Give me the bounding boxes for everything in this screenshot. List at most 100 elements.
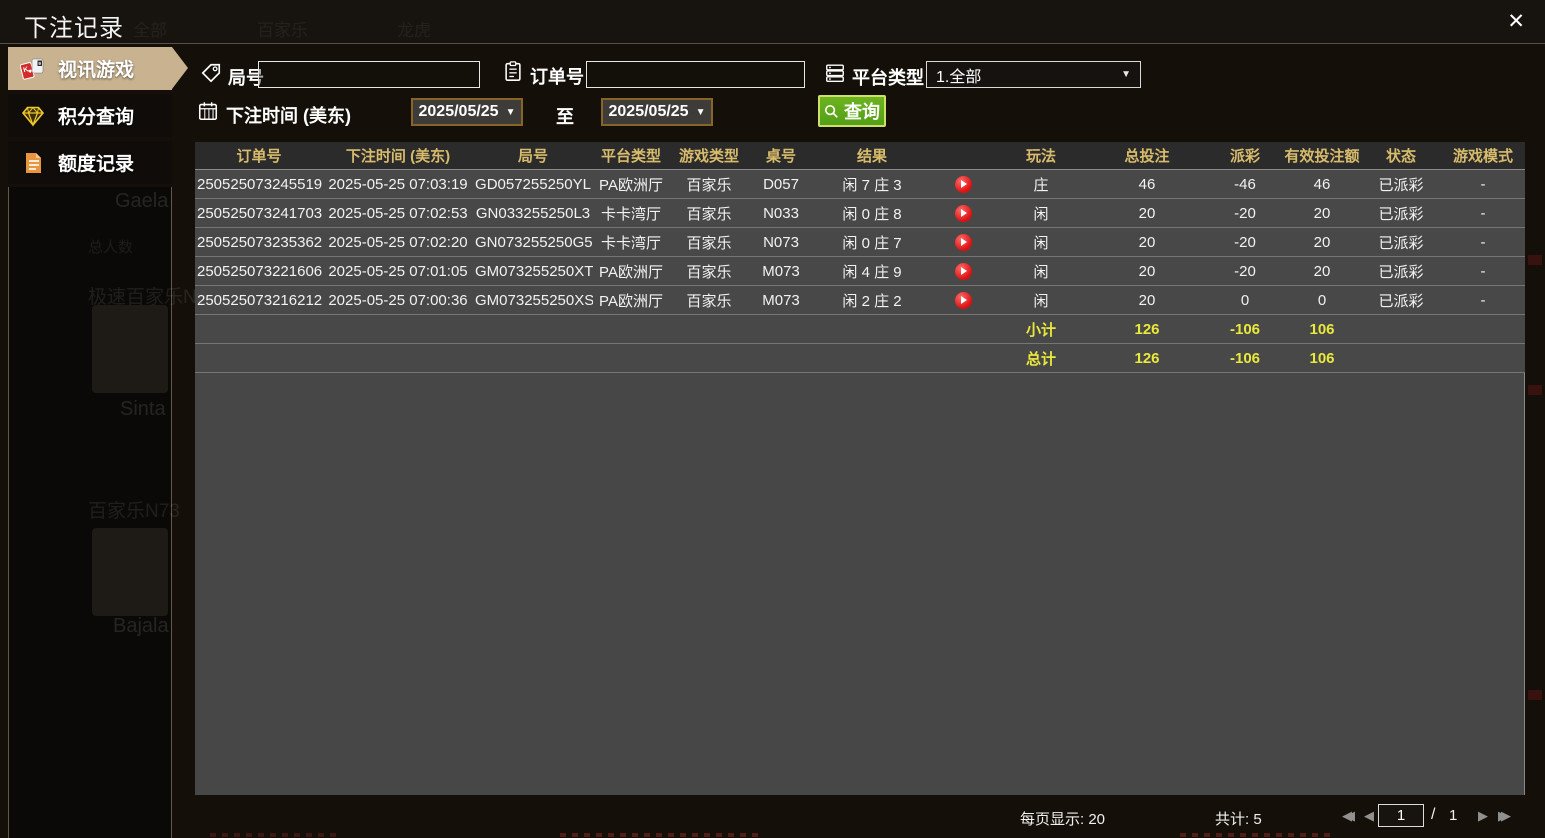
col-mode: 游戏模式: [1441, 142, 1525, 170]
cell-bet-time: 2025-05-25 07:02:53: [323, 198, 473, 228]
total-count-label: 共计: 5: [1215, 811, 1262, 828]
date-to-picker[interactable]: 2025/05/25 ▼: [601, 98, 713, 126]
cell-table-no: M073: [749, 285, 813, 315]
background-nav-hint: 全部: [133, 21, 167, 40]
tag-icon: [201, 63, 221, 83]
table-row: 250525073216212 2025-05-25 07:00:36 GM07…: [195, 285, 1525, 315]
col-play-type: 玩法: [995, 142, 1087, 170]
dialog-title: 下注记录: [24, 15, 124, 42]
replay-icon[interactable]: [954, 175, 972, 193]
cell-play-type: 闲: [995, 227, 1087, 257]
cell-empty: [195, 343, 995, 373]
sidebar-item-quota-records[interactable]: 额度记录: [8, 141, 172, 184]
dialog-titlebar: 全部 百家乐 龙虎: [0, 0, 1545, 44]
cell-game-type: 百家乐: [669, 256, 749, 286]
date-from-picker[interactable]: 2025/05/25 ▼: [411, 98, 523, 126]
cell-status: 已派彩: [1361, 227, 1441, 257]
cell-replay: [931, 256, 995, 286]
cell-order-no: 250525073245519: [195, 169, 323, 199]
col-valid-bet: 有效投注额: [1283, 142, 1361, 170]
per-page-label: 每页显示: 20: [1020, 811, 1106, 828]
cell-total-bet: 20: [1087, 227, 1207, 257]
last-page-icon[interactable]: ▶▶: [1498, 809, 1511, 823]
cell-order-no: 250525073241703: [195, 198, 323, 228]
col-platform: 平台类型: [593, 142, 669, 170]
gem-icon: [21, 106, 45, 127]
prev-page-icon[interactable]: ◀: [1364, 809, 1374, 823]
replay-icon[interactable]: [954, 291, 972, 309]
background-nav-hint: 龙虎: [397, 21, 431, 40]
background-avatar: [92, 305, 168, 393]
cell-table-no: N073: [749, 227, 813, 257]
cell-empty: [195, 314, 995, 344]
cell-bet-time: 2025-05-25 07:03:19: [323, 169, 473, 199]
cell-order-no: 250525073216212: [195, 285, 323, 315]
col-replay: [931, 142, 995, 170]
page-number-input[interactable]: [1378, 804, 1424, 827]
col-result: 结果: [813, 142, 931, 170]
platform-type-select[interactable]: 1.全部 ▼: [926, 61, 1141, 88]
col-round-no: 局号: [473, 142, 593, 170]
date-to-value: 2025/05/25: [608, 103, 689, 120]
table-row: 250525073245519 2025-05-25 07:03:19 GD05…: [195, 169, 1525, 199]
cell-round-no: GM073255250XS: [473, 285, 593, 315]
cell-payout: -46: [1207, 169, 1283, 199]
sidebar-item-points-query[interactable]: 积分查询: [8, 94, 172, 137]
total-valid-bet: 106: [1283, 343, 1361, 373]
table-row: 250525073241703 2025-05-25 07:02:53 GN03…: [195, 198, 1525, 228]
replay-icon[interactable]: [954, 204, 972, 222]
cell-game-type: 百家乐: [669, 169, 749, 199]
cell-game-type: 百家乐: [669, 198, 749, 228]
round-no-input[interactable]: [258, 61, 480, 88]
background-dealer-name: Bajala: [113, 615, 169, 637]
total-total-bet: 126: [1087, 343, 1207, 373]
search-button-label: 查询: [844, 102, 880, 122]
bet-records-dialog: 全部 百家乐 龙虎 下注记录 ✕ K 9 视讯游戏 积分查询 额度记录 Gael…: [0, 0, 1545, 838]
order-no-label: 订单号: [530, 67, 584, 87]
cell-table-no: D057: [749, 169, 813, 199]
table-header-row: 订单号 下注时间 (美东) 局号 平台类型 游戏类型 桌号 结果 玩法 总投注 …: [195, 142, 1525, 170]
cell-total-bet: 20: [1087, 198, 1207, 228]
cell-status: 已派彩: [1361, 256, 1441, 286]
cell-result: 闲 4 庄 9: [813, 256, 931, 286]
platform-type-icon: [826, 64, 844, 83]
replay-icon[interactable]: [954, 262, 972, 280]
cell-play-type: 闲: [995, 256, 1087, 286]
cell-replay: [931, 198, 995, 228]
col-payout: 派彩: [1207, 142, 1283, 170]
order-no-input[interactable]: [586, 61, 805, 88]
first-page-icon[interactable]: ◀◀: [1342, 809, 1355, 823]
close-icon[interactable]: ✕: [1507, 11, 1525, 33]
background-artifact: [1180, 833, 1330, 837]
cell-status: 已派彩: [1361, 198, 1441, 228]
calendar-icon: [198, 102, 218, 121]
background-avatar: [92, 528, 168, 616]
cell-result: 闲 7 庄 3: [813, 169, 931, 199]
background-artifact: [1528, 385, 1542, 395]
clipboard-icon: [505, 61, 521, 81]
cell-valid-bet: 20: [1283, 198, 1361, 228]
background-artifact: [210, 833, 340, 837]
cell-result: 闲 0 庄 8: [813, 198, 931, 228]
subtotal-total-bet: 126: [1087, 314, 1207, 344]
platform-type-value: 1.全部: [936, 68, 982, 86]
chevron-down-icon: ▼: [505, 106, 516, 118]
cell-order-no: 250525073221606: [195, 256, 323, 286]
background-artifact: [560, 833, 760, 837]
cell-platform: 卡卡湾厅: [593, 198, 669, 228]
subtotal-row: 小计 126 -106 106: [195, 314, 1525, 344]
col-table-no: 桌号: [749, 142, 813, 170]
cell-bet-time: 2025-05-25 07:01:05: [323, 256, 473, 286]
cell-table-no: N033: [749, 198, 813, 228]
document-icon: [26, 152, 41, 173]
cell-replay: [931, 169, 995, 199]
next-page-icon[interactable]: ▶: [1478, 809, 1488, 823]
subtotal-label: 小计: [995, 314, 1087, 344]
replay-icon[interactable]: [954, 233, 972, 251]
search-button[interactable]: 查询: [818, 95, 886, 127]
cell-payout: -20: [1207, 198, 1283, 228]
sidebar-item-video-games[interactable]: K 9 视讯游戏: [8, 47, 188, 90]
cell-play-type: 庄: [995, 169, 1087, 199]
bet-records-table: 订单号 下注时间 (美东) 局号 平台类型 游戏类型 桌号 结果 玩法 总投注 …: [195, 142, 1525, 795]
cell-replay: [931, 285, 995, 315]
